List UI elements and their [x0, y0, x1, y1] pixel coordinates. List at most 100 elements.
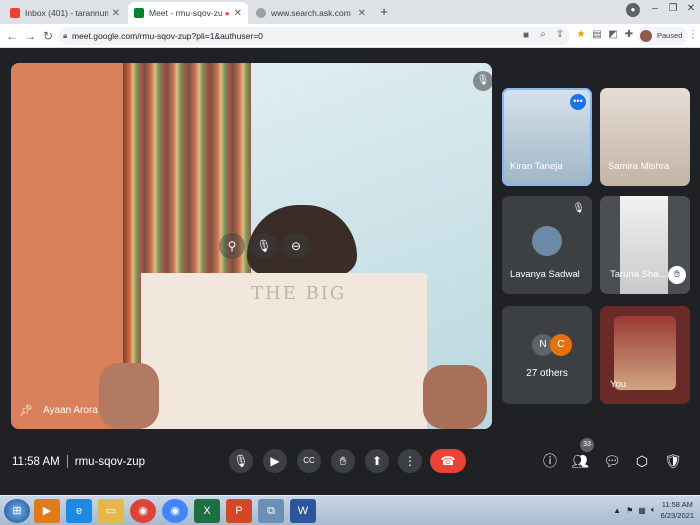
participant-name: You — [610, 379, 627, 390]
chrome-secondary-icon[interactable]: ◉ — [162, 499, 188, 523]
address-bar[interactable]: 🔒︎ meet.google.com/rmu-sqov-zup?pli=1&au… — [58, 27, 570, 45]
participant-name: Taruna Sha... — [610, 269, 667, 280]
paper-doodle-text: THE BIG — [251, 283, 347, 304]
tray-expand-icon[interactable]: ▲ — [613, 506, 621, 515]
chrome-icon[interactable]: ◉ — [130, 499, 156, 523]
meet-control-bar: 11:58 AM rmu-sqov-zup 🎙︎ ▶ CC ✋︎ ⬆ ⋮ ☎︎ … — [0, 438, 700, 495]
network-icon[interactable]: ▦ — [638, 506, 646, 515]
volume-icon[interactable]: 🔈︎ — [651, 505, 656, 515]
system-tray: ▲ ⚑ ▦ 🔈︎ 11:58 AM 6/23/2021 — [613, 499, 694, 521]
divider — [66, 455, 68, 468]
forward-icon[interactable]: → — [22, 28, 38, 44]
powerpoint-icon[interactable]: P — [226, 499, 252, 523]
camera-button[interactable]: ▶ — [263, 449, 287, 473]
extension-2-icon[interactable]: ◩ — [606, 28, 620, 42]
close-icon[interactable]: ✕ — [112, 8, 120, 19]
excel-icon[interactable]: X — [194, 499, 220, 523]
screen: Inbox (401) - tarannum@theindi ✕ Meet - … — [0, 0, 700, 525]
participant-tile[interactable]: Samira Mishra — [600, 88, 690, 186]
tab-search[interactable]: www.search.ask.com ✕ — [250, 2, 372, 24]
browser-tab-strip: Inbox (401) - tarannum@theindi ✕ Meet - … — [0, 0, 700, 24]
bookmark-star-icon[interactable]: ★ — [574, 28, 588, 42]
clock-date: 6/23/2021 — [660, 511, 694, 520]
new-tab-button[interactable]: + — [376, 4, 392, 20]
self-tile[interactable]: You — [600, 306, 690, 404]
others-count-label: 27 others — [526, 368, 568, 379]
host-controls-icon[interactable]: 🛡︎ — [663, 449, 683, 473]
internet-explorer-icon[interactable]: e — [66, 499, 92, 523]
restore-icon[interactable]: ❐ — [664, 0, 682, 18]
avatar — [532, 226, 562, 256]
mute-participant-icon[interactable]: 🎙︎ — [251, 233, 277, 259]
menu-icon[interactable]: ⋮ — [686, 28, 700, 42]
start-icon[interactable]: ⊞ — [4, 499, 30, 523]
others-tile[interactable]: N C 27 others — [502, 306, 592, 404]
chat-icon[interactable]: 💬︎ — [602, 449, 622, 473]
raised-hand-icon: ✋︎ — [668, 266, 686, 284]
participant-name: Ayaan Arora — [42, 405, 98, 416]
close-icon[interactable]: ✕ — [234, 8, 242, 19]
flag-icon[interactable]: ⚑ — [626, 506, 633, 515]
tab-search-icon[interactable]: ● — [626, 3, 640, 17]
participant-tile[interactable]: ••• Kiran Taneja — [502, 88, 592, 186]
tab-title: Meet - rmu-sqov-zup — [149, 8, 222, 18]
url-text: meet.google.com/rmu-sqov-zup?pli=1&authu… — [72, 31, 263, 41]
meeting-info-icon[interactable]: ⓘ — [540, 449, 560, 473]
share-icon[interactable]: ⇪ — [553, 28, 567, 42]
meet-stage: THE BIG 🎙︎ ⚲ 🎙︎ ⊖ 📌︎ Ayaan Arora ••• Kir… — [0, 49, 700, 495]
current-time: 11:58 AM — [12, 455, 60, 468]
microphone-button[interactable]: 🎙︎ — [229, 449, 253, 473]
mic-off-icon: 🎙︎ — [473, 71, 492, 91]
gmail-icon — [10, 8, 20, 18]
network-app-icon[interactable]: ⧉ — [258, 499, 284, 523]
word-icon[interactable]: W — [290, 499, 316, 523]
participant-name: Samira Mishra — [608, 161, 670, 172]
others-avatars: N C — [532, 334, 572, 356]
main-video-tile[interactable]: THE BIG 🎙︎ ⚲ 🎙︎ ⊖ 📌︎ Ayaan Arora — [11, 63, 492, 429]
back-icon[interactable]: ← — [4, 28, 20, 44]
system-clock[interactable]: 11:58 AM 6/23/2021 — [661, 499, 694, 521]
profile-paused-button[interactable]: Paused — [637, 27, 689, 45]
more-options-icon[interactable]: ••• — [570, 94, 586, 110]
more-options-button[interactable]: ⋮ — [398, 449, 422, 473]
tab-title: www.search.ask.com — [271, 8, 351, 18]
windows-taskbar: ⊞ ▶ e ▭ ◉ ◉ X P ⧉ W ▲ ⚑ ▦ 🔈︎ 11:58 AM 6/… — [0, 495, 700, 525]
avatar — [640, 30, 652, 42]
close-icon[interactable]: ✕ — [358, 8, 366, 19]
globe-icon — [256, 8, 266, 18]
leave-call-button[interactable]: ☎︎ — [430, 449, 466, 473]
browser-toolbar: ← → ↻ 🔒︎ meet.google.com/rmu-sqov-zup?pl… — [0, 24, 700, 48]
tab-inbox[interactable]: Inbox (401) - tarannum@theindi ✕ — [4, 2, 126, 24]
tile-hover-controls: ⚲ 🎙︎ ⊖ — [219, 233, 309, 261]
meet-icon — [134, 8, 144, 18]
minimize-icon[interactable]: – — [646, 0, 664, 18]
present-button[interactable]: ⬆ — [365, 449, 389, 473]
camera-indicator-icon[interactable]: ■ — [519, 29, 533, 43]
extension-icon[interactable]: ▤ — [590, 28, 604, 42]
close-window-icon[interactable]: ✕ — [682, 0, 700, 18]
pin-icon: 📌︎ — [19, 405, 33, 417]
video-hand-left — [99, 363, 159, 429]
remove-icon[interactable]: ⊖ — [283, 233, 309, 259]
meeting-code: rmu-sqov-zup — [74, 455, 146, 468]
profile-status: Paused — [657, 31, 683, 40]
captions-button[interactable]: CC — [297, 449, 321, 473]
activities-icon[interactable]: ⬡ — [632, 449, 652, 473]
participant-tile[interactable]: 🎙︎ Lavanya Sadwal — [502, 196, 592, 294]
people-icon[interactable]: 👥︎ — [570, 449, 590, 473]
tab-title: Inbox (401) - tarannum@theindi — [25, 8, 108, 18]
puzzle-icon[interactable]: ✚ — [622, 28, 636, 42]
participant-tile[interactable]: Taruna Sha... ✋︎ — [600, 196, 690, 294]
tab-meet[interactable]: Meet - rmu-sqov-zup ● ✕ — [128, 2, 248, 24]
reload-icon[interactable]: ↻ — [40, 28, 56, 44]
participant-name: Lavanya Sadwal — [510, 269, 580, 280]
pin-off-icon[interactable]: ⚲ — [219, 233, 245, 259]
avatar: C — [550, 334, 572, 356]
participant-name: Kiran Taneja — [510, 161, 563, 172]
video-hand-right — [423, 365, 487, 429]
media-player-icon[interactable]: ▶ — [34, 499, 60, 523]
raise-hand-button[interactable]: ✋︎ — [331, 449, 355, 473]
zoom-icon[interactable]: ⌕ — [536, 28, 550, 42]
file-explorer-icon[interactable]: ▭ — [98, 499, 124, 523]
clock-time: 11:58 AM — [661, 500, 693, 509]
